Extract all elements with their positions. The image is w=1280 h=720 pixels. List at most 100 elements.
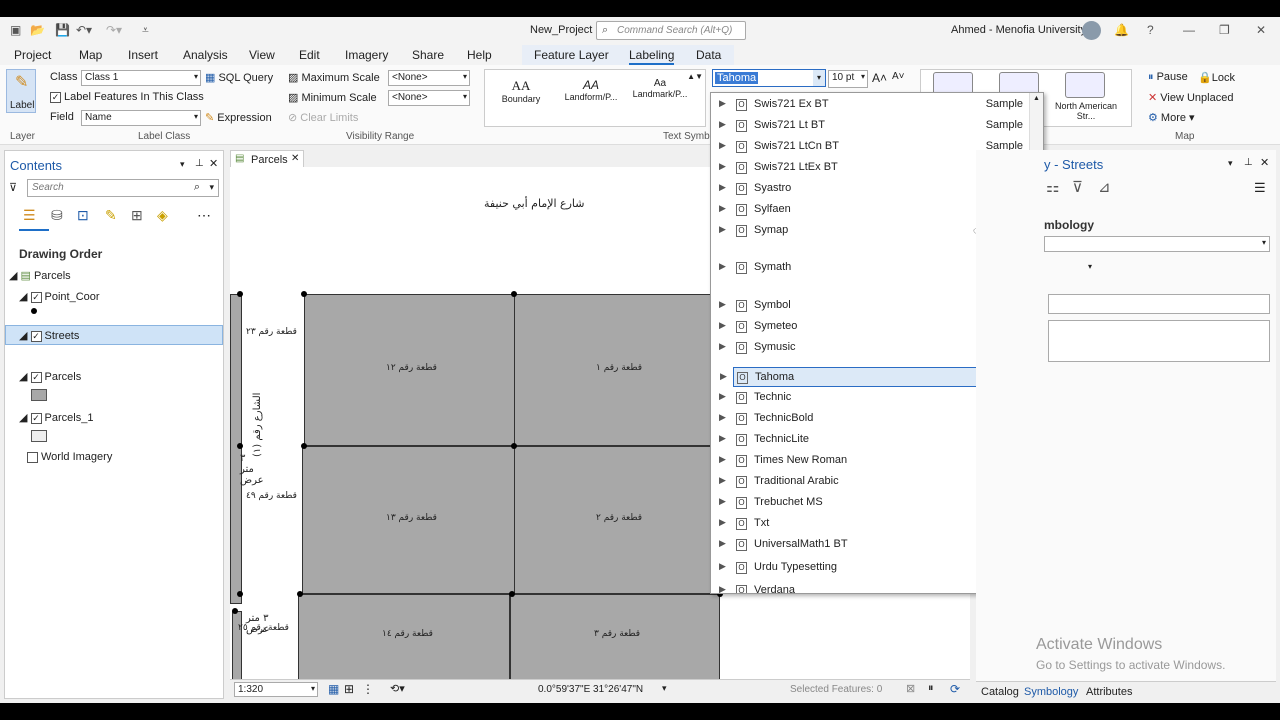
close-tab-icon[interactable]: ✕ xyxy=(291,153,299,164)
vertex-point[interactable] xyxy=(509,591,515,597)
vertex-point[interactable] xyxy=(297,591,303,597)
expand-icon[interactable]: ▶ xyxy=(719,433,726,444)
description-input[interactable] xyxy=(1048,320,1270,362)
expand-icon[interactable]: ▶ xyxy=(719,475,726,486)
scale-combo[interactable]: 1:320 ▾ xyxy=(234,682,318,697)
more-options-icon[interactable]: ⋯ xyxy=(197,207,211,224)
collapse-icon[interactable]: ◢ xyxy=(19,412,31,424)
placement-thumb[interactable] xyxy=(1065,72,1105,98)
tree-item-streets[interactable]: ◢ ✓ Streets xyxy=(19,329,79,342)
grow-font-icon[interactable]: A˄ xyxy=(872,71,887,85)
tab-help[interactable]: Help xyxy=(467,48,492,62)
placement-label[interactable]: North American Str... xyxy=(1053,101,1119,121)
tab-map[interactable]: Map xyxy=(79,48,102,62)
list-by-source-icon[interactable]: ⛁ xyxy=(51,207,63,224)
clear-selection-icon[interactable]: ⊠ xyxy=(906,682,915,695)
menu-icon[interactable]: ☰ xyxy=(1254,180,1266,196)
font-size-combo[interactable]: 10 pt ▾ xyxy=(828,70,868,88)
tab-catalog[interactable]: Catalog xyxy=(981,686,1019,698)
expand-icon[interactable]: ▶ xyxy=(719,496,726,507)
lock-button[interactable]: 🔒Lock xyxy=(1198,71,1235,84)
symbology-type-dropdown[interactable]: ▾ xyxy=(1044,236,1270,252)
open-icon[interactable]: 📂 xyxy=(30,23,45,37)
pane-options-icon[interactable]: ▾ xyxy=(180,159,185,170)
parcel-polygon[interactable] xyxy=(230,294,242,604)
expand-icon[interactable]: ▶ xyxy=(720,371,727,382)
expand-icon[interactable]: ▶ xyxy=(719,261,726,272)
checkbox-checked-icon[interactable]: ✓ xyxy=(30,412,42,424)
expand-icon[interactable]: ▶ xyxy=(719,182,726,193)
view-unplaced-button[interactable]: ✕ View Unplaced xyxy=(1148,91,1233,104)
expand-icon[interactable]: ▶ xyxy=(719,161,726,172)
expand-icon[interactable]: ▶ xyxy=(719,454,726,465)
vertex-point[interactable] xyxy=(232,608,238,614)
tree-item-point-coor[interactable]: ◢ ✓ Point_Coor xyxy=(19,290,100,303)
notification-icon[interactable]: 🔔 xyxy=(1114,23,1129,37)
close-pane-icon[interactable]: ✕ xyxy=(209,157,218,170)
checkbox-checked-icon[interactable]: ✓ xyxy=(30,330,42,342)
list-by-selection-icon[interactable]: ⊡ xyxy=(77,207,89,224)
undo-icon[interactable]: ↶▾ xyxy=(76,23,92,37)
expand-icon[interactable]: ▶ xyxy=(719,224,726,235)
field-dropdown[interactable]: Name ▾ xyxy=(81,110,201,126)
restore-icon[interactable]: ❐ xyxy=(1219,23,1230,37)
tab-attributes[interactable]: Attributes xyxy=(1086,686,1132,698)
collapse-icon[interactable]: ◢ xyxy=(19,291,31,303)
primary-symbology-icon[interactable]: ⚏ xyxy=(1046,178,1059,196)
tab-labeling[interactable]: Labeling xyxy=(629,48,675,65)
label-features-checkbox[interactable]: ✓ Label Features In This Class xyxy=(50,91,204,103)
tree-item-parcels-1[interactable]: ◢ ✓ Parcels_1 xyxy=(19,411,93,424)
expand-icon[interactable]: ▶ xyxy=(719,412,726,423)
symbol-layer-icon[interactable]: ⊿ xyxy=(1098,178,1111,196)
pin-icon[interactable]: ⊥ xyxy=(195,158,204,169)
avatar[interactable] xyxy=(1082,21,1101,40)
sql-query-button[interactable]: ▦ SQL Query xyxy=(205,71,273,84)
style-landmark[interactable]: Aa Landmark/P... xyxy=(629,78,691,99)
expand-icon[interactable]: ▶ xyxy=(719,538,726,549)
vertex-point[interactable] xyxy=(511,443,517,449)
user-name[interactable]: Ahmed - Menofia University xyxy=(951,24,1086,36)
checkbox-checked-icon[interactable]: ✓ xyxy=(30,371,42,383)
vertex-point[interactable] xyxy=(301,443,307,449)
symbol-input[interactable] xyxy=(1048,294,1270,314)
help-icon[interactable]: ? xyxy=(1147,23,1154,37)
max-scale-dropdown[interactable]: <None> ▾ xyxy=(388,70,470,86)
tab-project[interactable]: Project xyxy=(14,48,51,62)
close-icon[interactable]: ✕ xyxy=(1256,23,1266,37)
polygon-symbol-icon[interactable] xyxy=(31,430,47,442)
tab-feature-layer[interactable]: Feature Layer xyxy=(534,48,609,62)
expand-icon[interactable]: ▶ xyxy=(719,119,726,130)
chevron-down-icon[interactable]: ▾ xyxy=(209,182,214,193)
rotation-icon[interactable]: ⟲▾ xyxy=(390,682,405,695)
expression-button[interactable]: ✎ Expression xyxy=(205,111,272,124)
grid-icon[interactable]: ⊞ xyxy=(344,682,354,696)
map-view-tab[interactable]: ▤ Parcels ✕ xyxy=(230,150,304,168)
tab-view[interactable]: View xyxy=(249,48,275,62)
tab-share[interactable]: Share xyxy=(412,48,444,62)
scroll-up-icon[interactable]: ▲ xyxy=(1033,95,1040,102)
list-by-snapping-icon[interactable]: ⊞ xyxy=(131,207,143,224)
chevron-down-icon[interactable]: ▾ xyxy=(1088,262,1092,271)
fixed-zoom-icon[interactable]: ▦ xyxy=(328,682,339,696)
checkbox-unchecked-icon[interactable] xyxy=(27,451,38,463)
chevron-down-icon[interactable]: ▾ xyxy=(813,70,825,86)
filter-icon[interactable]: ⊽ xyxy=(1072,178,1083,196)
collapse-icon[interactable]: ◢ xyxy=(19,330,31,342)
vertex-point[interactable] xyxy=(301,291,307,297)
expand-icon[interactable]: ▶ xyxy=(719,561,726,572)
expand-icon[interactable]: ▶ xyxy=(719,391,726,402)
min-scale-button[interactable]: ▨ Minimum Scale xyxy=(288,91,377,104)
pane-options-icon[interactable]: ▾ xyxy=(1228,158,1233,169)
min-scale-dropdown[interactable]: <None> ▾ xyxy=(388,90,470,106)
expand-icon[interactable]: ▶ xyxy=(719,140,726,151)
expand-icon[interactable]: ▶ xyxy=(719,299,726,310)
redo-icon[interactable]: ↷▾ xyxy=(106,23,122,37)
pause-button[interactable]: ⏸ Pause xyxy=(1148,71,1188,84)
gallery-scroll-icon[interactable]: ▲▼ xyxy=(687,72,703,81)
tab-imagery[interactable]: Imagery xyxy=(345,48,388,62)
collapse-icon[interactable]: ◢ xyxy=(19,371,31,383)
command-search-box[interactable]: ⌕ Command Search (Alt+Q) xyxy=(596,21,746,40)
refresh-icon[interactable]: ⟳ xyxy=(950,682,960,696)
tab-data[interactable]: Data xyxy=(696,48,721,62)
tab-analysis[interactable]: Analysis xyxy=(183,48,228,62)
